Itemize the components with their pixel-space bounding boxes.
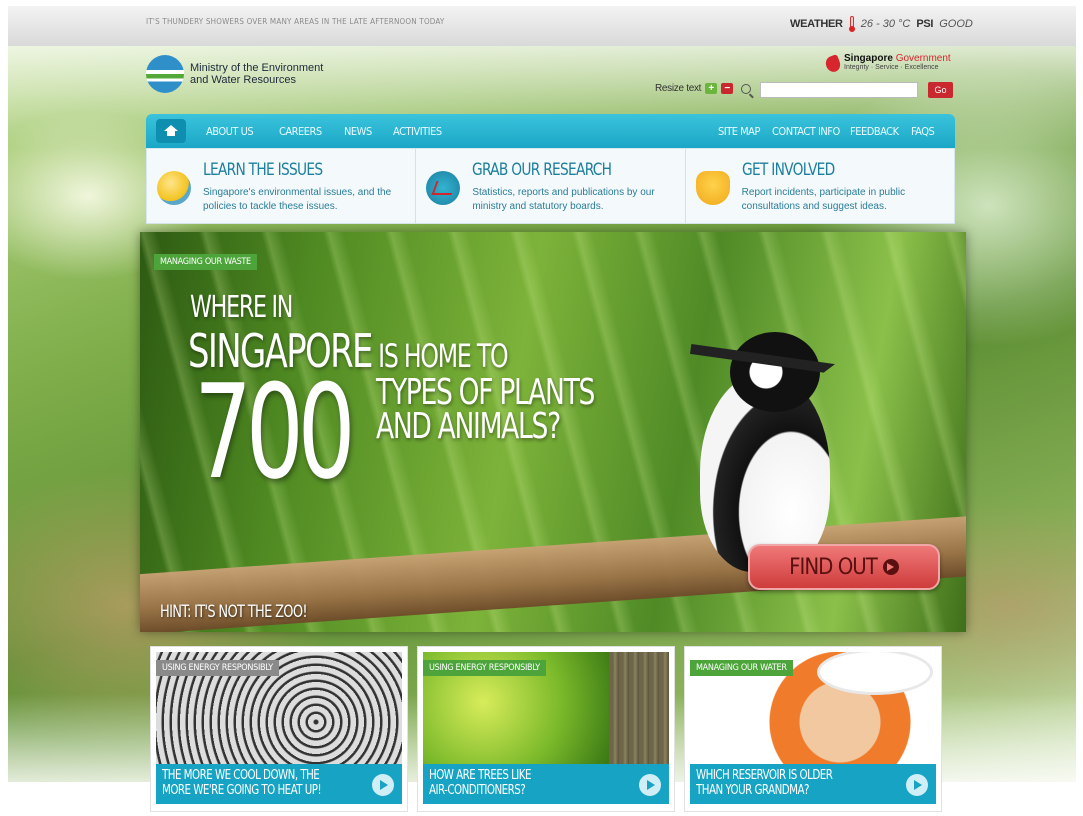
hero-number: 700 xyxy=(194,356,356,508)
card-category-badge: MANAGING OUR WATER xyxy=(690,660,793,676)
home-icon xyxy=(164,125,178,136)
card-caption-line-1: HOW ARE TREES LIKE xyxy=(429,768,532,783)
weather-tagline: IT'S THUNDERY SHOWERS OVER MANY AREAS IN… xyxy=(146,17,445,26)
nav-about-us[interactable]: ABOUT US xyxy=(206,125,254,138)
story-card-reservoir[interactable]: MANAGING OUR WATER WHICH RESERVOIR IS OL… xyxy=(684,646,942,812)
hero-types-line-1: TYPES OF PLANTS xyxy=(376,372,595,413)
arrow-right-icon[interactable] xyxy=(372,774,394,796)
hero-home-to: IS HOME TO xyxy=(371,337,508,375)
arrow-right-icon[interactable] xyxy=(906,774,928,796)
story-card-trees[interactable]: USING ENERGY RESPONSIBLY HOW ARE TREES L… xyxy=(417,646,675,812)
feature-title[interactable]: GRAB OUR RESEARCH xyxy=(472,160,612,180)
hero-types: TYPES OF PLANTS AND ANIMALS? xyxy=(376,372,595,447)
trees-image: USING ENERGY RESPONSIBLY xyxy=(423,652,669,764)
temperature-value: 26 - 30 °C xyxy=(860,18,911,30)
main-navigation: ABOUT US CAREERS NEWS ACTIVITIES SITE MA… xyxy=(146,114,955,148)
feature-grab-our-research[interactable]: GRAB OUR RESEARCH Statistics, reports an… xyxy=(416,149,686,223)
lion-head-icon xyxy=(823,54,843,74)
card-category-badge: USING ENERGY RESPONSIBLY xyxy=(423,660,546,676)
hero-banner[interactable]: MANAGING OUR WASTE WHERE IN SINGAPORE IS… xyxy=(140,232,966,632)
weather-label: WEATHER xyxy=(790,18,843,30)
feature-panel: LEARN THE ISSUES Singapore's environment… xyxy=(146,148,955,224)
thermometer-icon xyxy=(848,16,855,32)
feature-title[interactable]: GET INVOLVED xyxy=(742,160,835,180)
increase-text-button[interactable]: + xyxy=(705,83,718,94)
find-out-button[interactable]: FIND OUT xyxy=(748,544,940,590)
hero-types-line-2: AND ANIMALS? xyxy=(376,406,561,447)
search-icon xyxy=(741,83,752,94)
hero-headline-1: WHERE IN xyxy=(190,290,293,325)
hero-category-badge: MANAGING OUR WASTE xyxy=(154,254,257,270)
card-caption-line-2: THAN YOUR GRANDMA? xyxy=(696,783,809,798)
psi-value: GOOD xyxy=(939,18,973,30)
singapore-government-logo[interactable]: Singapore Government Integrity · Service… xyxy=(823,54,951,74)
nav-faqs[interactable]: FAQS xyxy=(911,125,935,138)
card-caption-line-2: MORE WE'RE GOING TO HEAT UP! xyxy=(162,783,322,798)
decrease-text-button[interactable]: − xyxy=(721,83,734,94)
weather-widget: WEATHER 26 - 30 °C PSI GOOD xyxy=(790,16,973,32)
feature-description: Report incidents, participate in public … xyxy=(741,187,906,212)
ministry-logo[interactable]: Ministry of the Environment and Water Re… xyxy=(146,55,323,93)
grandma-illustration: MANAGING OUR WATER xyxy=(690,652,936,764)
chart-icon xyxy=(426,171,461,205)
nav-contact-info[interactable]: CONTACT INFO xyxy=(772,125,840,138)
card-caption[interactable]: THE MORE WE COOL DOWN, THE MORE WE'RE GO… xyxy=(156,764,402,804)
weather-bar: IT'S THUNDERY SHOWERS OVER MANY AREAS IN… xyxy=(8,6,1076,47)
nav-activities[interactable]: ACTIVITIES xyxy=(393,125,442,138)
feature-description: Statistics, reports and publications by … xyxy=(472,187,655,212)
logo-line-1: Ministry of the Environment xyxy=(190,62,324,74)
ministry-emblem-icon xyxy=(146,55,184,93)
nav-feedback[interactable]: FEEDBACK xyxy=(850,125,899,138)
feature-title[interactable]: LEARN THE ISSUES xyxy=(203,160,323,180)
psi-label: PSI xyxy=(916,18,934,30)
raised-hands-icon xyxy=(695,171,730,205)
fan-image: USING ENERGY RESPONSIBLY xyxy=(156,652,402,764)
lightbulb-icon xyxy=(157,171,191,205)
feature-description: Singapore's environmental issues, and th… xyxy=(203,187,392,212)
resize-text-label: Resize text xyxy=(655,83,702,94)
card-category-badge: USING ENERGY RESPONSIBLY xyxy=(156,660,279,676)
search-go-button[interactable]: Go xyxy=(928,82,953,98)
feature-get-involved[interactable]: GET INVOLVED Report incidents, participa… xyxy=(686,149,954,223)
search-input[interactable] xyxy=(760,82,918,98)
nav-site-map[interactable]: SITE MAP xyxy=(718,125,760,138)
resize-text-controls: Resize text + − xyxy=(655,83,752,94)
card-caption[interactable]: HOW ARE TREES LIKE AIR-CONDITIONERS? xyxy=(423,764,669,804)
card-caption-line-1: WHICH RESERVOIR IS OLDER xyxy=(696,768,833,783)
logo-line-2: and Water Resources xyxy=(190,74,296,86)
card-caption[interactable]: WHICH RESERVOIR IS OLDER THAN YOUR GRAND… xyxy=(690,764,936,804)
hero-hint: HINT: IT'S NOT THE ZOO! xyxy=(160,602,308,622)
card-caption-line-2: AIR-CONDITIONERS? xyxy=(429,783,526,798)
arrow-right-icon xyxy=(882,559,899,575)
nav-home-button[interactable] xyxy=(156,119,186,143)
story-card-cool-down[interactable]: USING ENERGY RESPONSIBLY THE MORE WE COO… xyxy=(150,646,408,812)
card-caption-line-1: THE MORE WE COOL DOWN, THE xyxy=(162,768,320,783)
arrow-right-icon[interactable] xyxy=(639,774,661,796)
nav-careers[interactable]: CAREERS xyxy=(279,125,322,138)
nav-news[interactable]: NEWS xyxy=(344,125,372,138)
gov-motto: Integrity · Service · Excellence xyxy=(844,64,939,71)
feature-learn-the-issues[interactable]: LEARN THE ISSUES Singapore's environment… xyxy=(147,149,417,223)
find-out-label: FIND OUT xyxy=(789,554,878,580)
